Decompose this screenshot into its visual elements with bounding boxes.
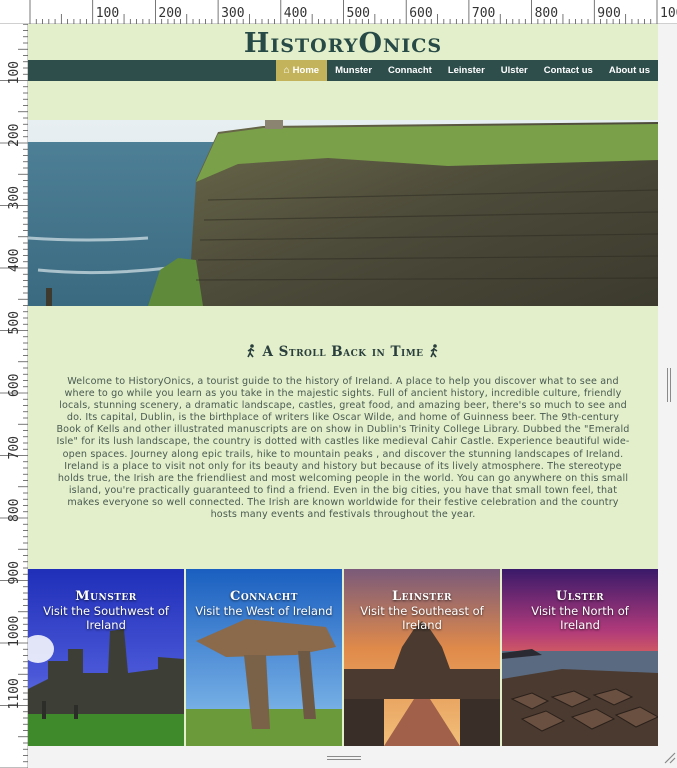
- card-title: Leinster: [392, 589, 452, 604]
- card-leinster[interactable]: Leinster Visit the Southeast of Ireland: [344, 569, 500, 746]
- ruler-label: 400: [7, 249, 22, 272]
- ruler-label: 700: [472, 6, 495, 21]
- ruler-label: 1100: [7, 678, 22, 709]
- main-nav: ⌂ Home Munster Connacht Leinster Ulster …: [28, 60, 658, 81]
- ruler-label: 200: [7, 124, 22, 147]
- home-icon: ⌂: [283, 65, 290, 76]
- nav-item-home[interactable]: ⌂ Home: [275, 60, 328, 81]
- ruler-label: 800: [7, 499, 22, 522]
- ruler-label: 100: [96, 6, 119, 21]
- card-subtitle: Visit the Southeast of Ireland: [360, 604, 484, 632]
- resize-grip-icon[interactable]: [662, 750, 676, 764]
- card-caption: Ulster Visit the North of Ireland: [502, 589, 658, 632]
- province-cards: Munster Visit the Southwest of Ireland C…: [28, 569, 658, 746]
- nav-item-connacht[interactable]: Connacht: [380, 60, 440, 81]
- card-caption: Leinster Visit the Southeast of Ireland: [344, 589, 500, 632]
- ruler-label: 100: [7, 61, 22, 84]
- card-subtitle: Visit the North of Ireland: [531, 604, 629, 632]
- card-title: Ulster: [555, 589, 605, 604]
- vertical-scroll-handle[interactable]: [667, 368, 671, 402]
- intro-paragraph: Welcome to HistoryOnics, a tourist guide…: [56, 376, 630, 521]
- vertical-ruler: 100 200 300 400 500 600 700 800 900 1000 1100: [0, 24, 28, 768]
- ruler-label: 500: [347, 6, 370, 21]
- ruler-label: 100: [660, 6, 677, 21]
- ruler-label: 200: [158, 6, 181, 21]
- nav-item-munster[interactable]: Munster: [327, 60, 380, 81]
- ruler-label: 800: [535, 6, 558, 21]
- card-title: Connacht: [230, 589, 298, 604]
- site-title[interactable]: HistoryOnics: [28, 28, 658, 59]
- hiker-icon: [430, 344, 438, 358]
- ruler-label: 300: [221, 6, 244, 21]
- nav-item-label: Home: [292, 65, 320, 76]
- horizontal-scroll-handle[interactable]: [327, 756, 361, 760]
- card-ulster[interactable]: Ulster Visit the North of Ireland: [502, 569, 658, 746]
- nav-item-leinster[interactable]: Leinster: [440, 60, 493, 81]
- nav-item-contact-us[interactable]: Contact us: [536, 60, 601, 81]
- nav-item-about-us[interactable]: About us: [601, 60, 658, 81]
- hero-image-cliffs: [28, 120, 658, 306]
- ruler-label: 300: [7, 186, 22, 209]
- ruler-label: 900: [597, 6, 620, 21]
- ruler-label: 400: [284, 6, 307, 21]
- card-subtitle: Visit the Southwest of Ireland: [43, 604, 169, 632]
- card-munster[interactable]: Munster Visit the Southwest of Ireland: [28, 569, 184, 746]
- ruler-label: 1000: [7, 616, 22, 647]
- nav-item-ulster[interactable]: Ulster: [493, 60, 536, 81]
- ruler-label: 700: [7, 436, 22, 459]
- ruler-label: 600: [409, 6, 432, 21]
- card-caption: Munster Visit the Southwest of Ireland: [28, 589, 184, 632]
- ruler-label: 500: [7, 311, 22, 334]
- card-subtitle: Visit the West of Ireland: [195, 604, 333, 618]
- intro-heading: A Stroll Back in Time: [28, 344, 658, 360]
- hiker-icon: [247, 344, 255, 358]
- horizontal-ruler: 100 200 300 400 500 600 700 800 900 100: [0, 0, 677, 24]
- ruler-label: 900: [7, 561, 22, 584]
- card-connacht[interactable]: Connacht Visit the West of Ireland: [186, 569, 342, 746]
- intro-title: A Stroll Back in Time: [262, 344, 424, 360]
- browser-viewport: 100 200 300 400 500 600 700 800 900 100 100 200 300…: [0, 0, 677, 768]
- card-title: Munster: [75, 589, 137, 604]
- web-page: HistoryOnics ⌂ Home Munster Connacht Lei…: [28, 24, 658, 746]
- ruler-label: 600: [7, 374, 22, 397]
- card-caption: Connacht Visit the West of Ireland: [186, 589, 342, 618]
